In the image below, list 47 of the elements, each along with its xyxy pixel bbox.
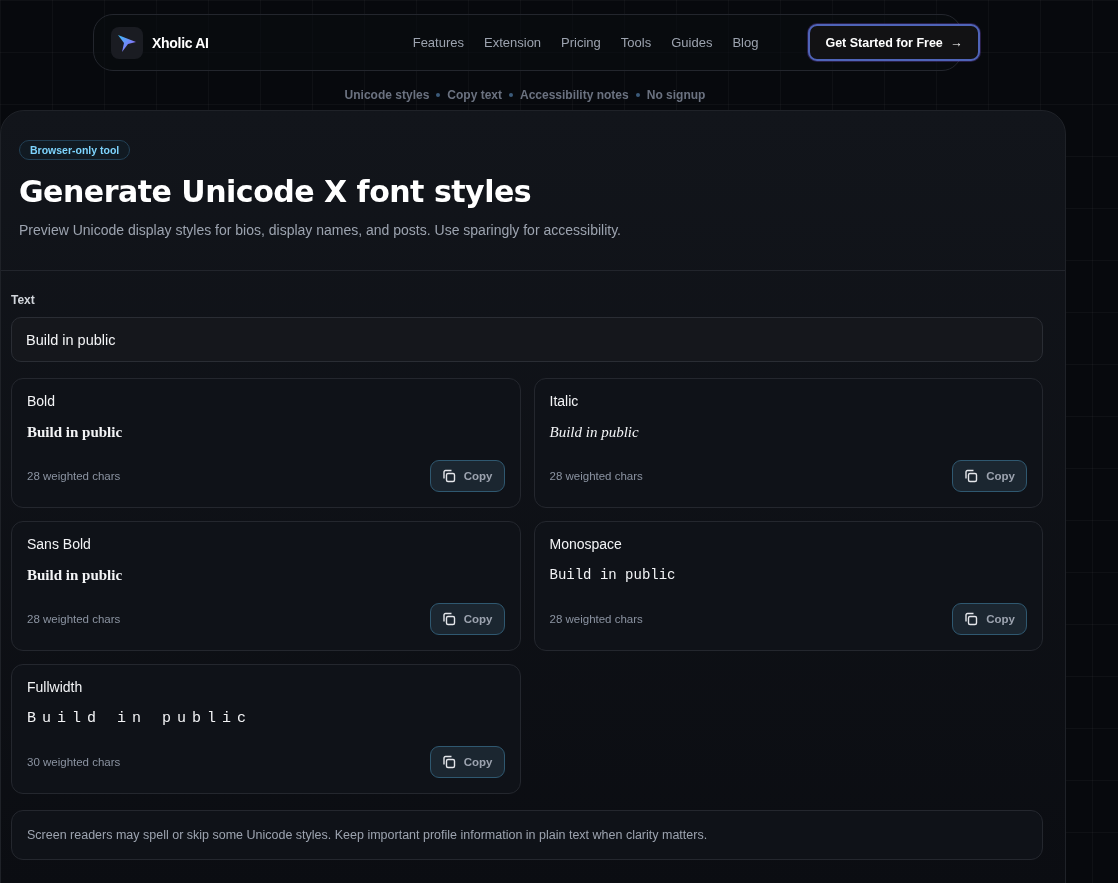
copy-button[interactable]: Copy bbox=[429, 746, 505, 778]
separator-dot-icon bbox=[635, 93, 640, 97]
copy-icon bbox=[441, 755, 456, 769]
nav-link[interactable]: Blog bbox=[722, 35, 769, 50]
nav-link[interactable]: Features bbox=[402, 35, 474, 50]
style-name: Italic bbox=[549, 393, 580, 409]
separator-dot-icon bbox=[509, 93, 513, 97]
copy-icon bbox=[964, 469, 979, 483]
field-label: Text bbox=[11, 293, 36, 307]
copy-icon bbox=[441, 612, 456, 626]
feature-highlight: No signup bbox=[646, 88, 706, 102]
tool-badge: Browser-only tool bbox=[19, 140, 131, 160]
style-name: Sans Bold bbox=[27, 536, 92, 552]
nav-link[interactable]: Extension bbox=[474, 35, 552, 50]
copy-button[interactable]: Copy bbox=[952, 603, 1027, 635]
page-title: Generate Unicode X font styles bbox=[19, 173, 533, 211]
separator-dot-icon bbox=[436, 93, 441, 97]
style-preview: Build in public bbox=[27, 424, 124, 441]
style-preview: Build in public bbox=[27, 710, 254, 727]
copy-button[interactable]: Copy bbox=[952, 460, 1027, 492]
feature-highlight: Accessibility notes bbox=[520, 88, 629, 102]
char-count: 28 weighted chars bbox=[27, 613, 121, 625]
style-name: Monospace bbox=[549, 536, 623, 552]
text-input-field[interactable]: Build in public bbox=[11, 317, 1043, 362]
copy-icon bbox=[964, 612, 979, 626]
style-name: Fullwidth bbox=[27, 679, 84, 695]
brand-name[interactable]: Xholic AI bbox=[152, 34, 209, 51]
char-count: 28 weighted chars bbox=[27, 470, 121, 482]
nav-link[interactable]: Pricing bbox=[551, 35, 611, 50]
style-preview: Build in public bbox=[27, 567, 124, 584]
feature-highlight: Unicode styles bbox=[344, 88, 430, 102]
char-count: 30 weighted chars bbox=[27, 756, 121, 768]
feature-highlight: Copy text bbox=[447, 88, 502, 102]
nav-link[interactable]: Guides bbox=[661, 35, 723, 50]
copy-button[interactable]: Copy bbox=[429, 460, 505, 492]
char-count: 28 weighted chars bbox=[549, 470, 643, 482]
nav-link[interactable]: Tools bbox=[610, 35, 662, 50]
style-preview: Build in public bbox=[549, 424, 640, 441]
copy-icon bbox=[441, 469, 456, 483]
logo-icon[interactable] bbox=[111, 26, 143, 59]
char-count: 28 weighted chars bbox=[549, 613, 643, 625]
style-preview: Build in public bbox=[549, 567, 677, 583]
accessibility-note: Screen readers may spell or skip some Unicode styles. Keep important profile information in plain text when clarity matters. bbox=[11, 810, 1043, 860]
page-subtitle: Preview Unicode display styles for bios, display names, and posts. Use sparingly for accessibility. bbox=[19, 222, 622, 238]
copy-button[interactable]: Copy bbox=[429, 603, 505, 635]
get-started-button[interactable]: Get Started for Free → bbox=[808, 24, 980, 61]
style-name: Bold bbox=[27, 393, 57, 409]
